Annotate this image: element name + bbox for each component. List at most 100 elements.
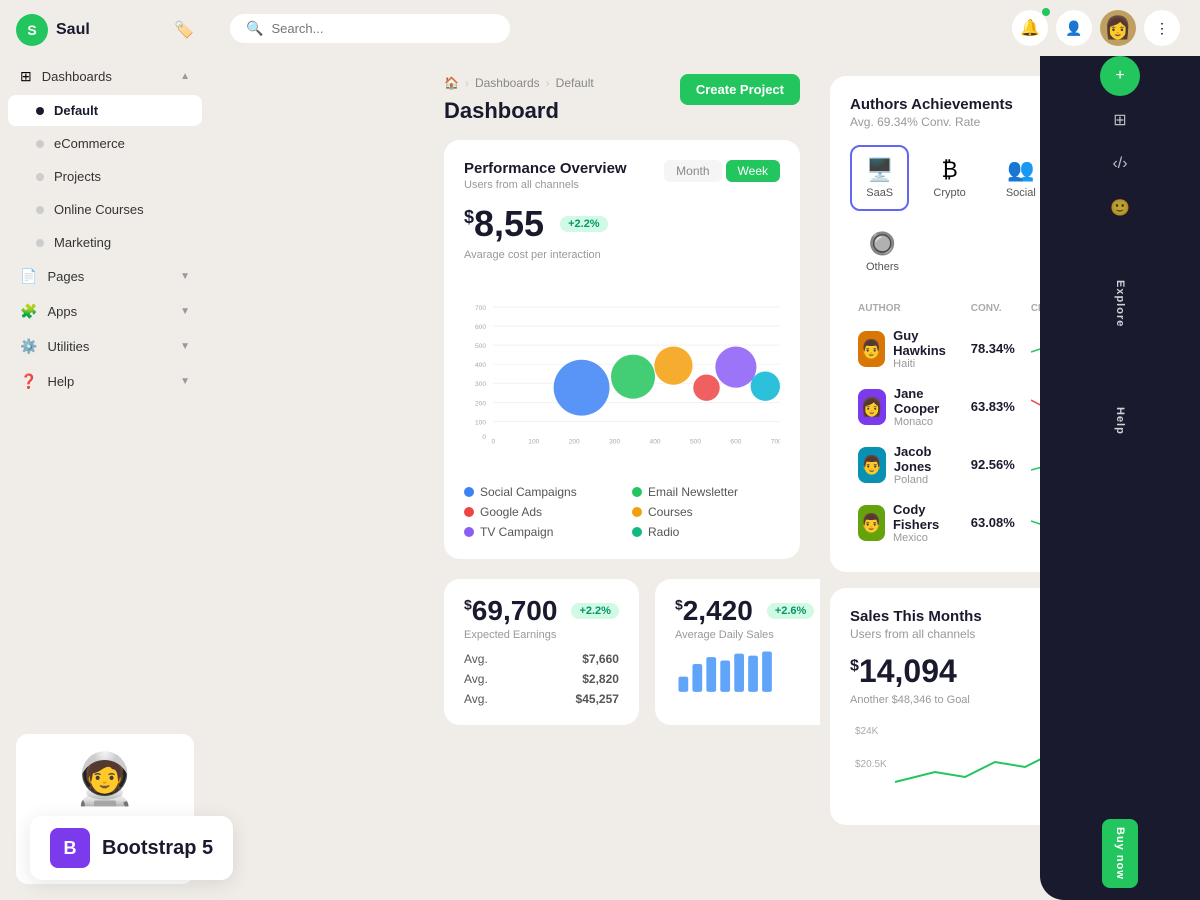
metric-display: $8,55 xyxy=(464,203,544,245)
col-conv: CONV. xyxy=(963,297,1023,320)
legend-dot-social xyxy=(464,487,474,497)
metric-label: Avarage cost per interaction xyxy=(464,249,780,261)
chevron-icon-apps: ▼ xyxy=(180,306,190,317)
code-icon-btn[interactable]: ‹/› xyxy=(1100,144,1140,184)
emoji-icon-btn[interactable]: 🙂 xyxy=(1100,188,1140,228)
svg-text:$20.5K: $20.5K xyxy=(855,759,887,770)
author-details-2: Jane Cooper Monaco xyxy=(894,386,955,428)
tab-month[interactable]: Month xyxy=(664,160,721,182)
avatar[interactable]: 👩 xyxy=(1100,10,1136,46)
sidebar-header: S Saul 🏷️ xyxy=(0,0,210,60)
left-panel: 🏠 › Dashboards › Default Dashboard Creat… xyxy=(420,56,820,900)
side-labels: Explore Help xyxy=(1040,240,1200,455)
svg-text:300: 300 xyxy=(475,381,486,388)
conv-cell-4: 63.08% xyxy=(963,494,1023,552)
legend-courses: Courses xyxy=(632,505,780,519)
home-icon[interactable]: 🏠 xyxy=(444,76,459,90)
topbar: 🔍 🔔 👤 👩 ⋮ xyxy=(420,0,1200,56)
sidebar-item-dashboards[interactable]: ⊞ Dashboards ▲ xyxy=(8,60,202,93)
crypto-label: Crypto xyxy=(933,187,965,199)
svg-text:700: 700 xyxy=(771,439,780,446)
svg-text:500: 500 xyxy=(475,343,486,350)
sidebar-label-apps: Apps xyxy=(47,304,77,319)
cat-tab-saas[interactable]: 🖥️ SaaS xyxy=(850,145,909,211)
sidebar-item-help[interactable]: ❓ Help ▼ xyxy=(8,365,202,398)
bubble-tv xyxy=(715,347,756,388)
sidebar-item-projects[interactable]: Projects xyxy=(8,161,202,192)
stat-earnings: $69,700 +2.2% Expected Earnings Avg.$7,6… xyxy=(444,579,639,725)
cat-tab-others[interactable]: 🔘 Others xyxy=(850,219,915,285)
metric-badge: +2.2% xyxy=(560,216,608,232)
author-cell-3: 👨 Jacob Jones Poland xyxy=(850,436,963,494)
add-icon-btn[interactable]: + xyxy=(1100,56,1140,96)
chevron-icon-help: ▼ xyxy=(180,376,190,387)
stat-item: Avg.$2,820 xyxy=(464,669,619,689)
sidebar-item-default[interactable]: Default xyxy=(8,95,202,126)
bar-6 xyxy=(748,656,758,692)
performance-title: Performance Overview xyxy=(464,160,627,177)
author-cell-4: 👨 Cody Fishers Mexico xyxy=(850,494,963,552)
saas-icon: 🖥️ xyxy=(866,157,893,183)
nav-dot-online-courses xyxy=(36,206,44,214)
avatar-3: 👨 xyxy=(858,447,886,483)
sidebar-item-online-courses[interactable]: Online Courses xyxy=(8,194,202,225)
conv-val-1: 78.34% xyxy=(971,341,1015,356)
stat-earnings-label: Expected Earnings xyxy=(464,629,619,641)
svg-text:0: 0 xyxy=(492,439,496,446)
search-box[interactable]: 🔍 xyxy=(420,14,510,43)
cat-tab-crypto[interactable]: ₿ Crypto xyxy=(917,145,981,211)
svg-text:600: 600 xyxy=(475,324,486,331)
help-label[interactable]: Help xyxy=(1114,387,1126,455)
bar-5 xyxy=(734,654,744,692)
notification-button[interactable]: 🔔 xyxy=(1012,10,1048,46)
legend-email: Email Newsletter xyxy=(632,485,780,499)
grid-icon-btn[interactable]: ⊞ xyxy=(1100,100,1140,140)
explore-label[interactable]: Explore xyxy=(1114,260,1126,347)
performance-header: Performance Overview Users from all chan… xyxy=(464,160,780,191)
sidebar-item-pages[interactable]: 📄 Pages ▼ xyxy=(8,260,202,293)
app-name: Saul xyxy=(56,21,90,39)
author-info-2: 👩 Jane Cooper Monaco xyxy=(858,386,955,428)
nav-dot-default xyxy=(36,107,44,115)
create-project-button[interactable]: Create Project xyxy=(680,74,800,105)
bar-4 xyxy=(720,661,730,692)
bootstrap-label: Bootstrap 5 xyxy=(102,837,213,860)
tab-week[interactable]: Week xyxy=(726,160,780,182)
search-input[interactable] xyxy=(420,21,494,36)
conv-val-3: 92.56% xyxy=(971,457,1015,472)
author-details-3: Jacob Jones Poland xyxy=(894,444,955,486)
breadcrumb-default[interactable]: Default xyxy=(556,76,594,90)
performance-info: Performance Overview Users from all chan… xyxy=(464,160,627,191)
bubble-ads xyxy=(693,374,719,400)
performance-subtitle: Users from all channels xyxy=(464,179,627,191)
sidebar-item-ecommerce[interactable]: eCommerce xyxy=(8,128,202,159)
chevron-icon-pages: ▼ xyxy=(180,271,190,282)
bar-chart-container xyxy=(675,641,814,706)
sidebar-item-utilities[interactable]: ⚙️ Utilities ▼ xyxy=(8,330,202,363)
bubble-courses xyxy=(654,347,692,385)
others-icon: 🔘 xyxy=(869,231,896,257)
author-details-1: Guy Hawkins Haiti xyxy=(893,328,955,370)
side-bottom: Buy now xyxy=(1040,807,1200,900)
breadcrumb-dashboards[interactable]: Dashboards xyxy=(475,76,540,90)
side-actions: 📅 + ⊞ ‹/› 🙂 Explore Help Buy now xyxy=(1040,0,1200,900)
author-name-3: Jacob Jones xyxy=(894,444,955,474)
menu-button[interactable]: ⋮ xyxy=(1144,10,1180,46)
col-author: AUTHOR xyxy=(850,297,963,320)
avatar-4: 👨 xyxy=(858,505,885,541)
stat-sales-value: $2,420 xyxy=(675,595,753,627)
svg-text:500: 500 xyxy=(690,439,701,446)
topbar-right: 🔔 👤 👩 ⋮ xyxy=(1012,10,1180,46)
sidebar-nav: ⊞ Dashboards ▲ Default eCommerce Project… xyxy=(0,60,210,718)
buy-now-button[interactable]: Buy now xyxy=(1102,819,1138,888)
author-info-1: 👨 Guy Hawkins Haiti xyxy=(858,328,955,370)
legend-label-tv: TV Campaign xyxy=(480,525,553,539)
back-icon[interactable]: 🏷️ xyxy=(174,20,194,40)
bootstrap-icon: B xyxy=(50,828,90,868)
stat-earnings-value: $69,700 xyxy=(464,595,557,627)
sidebar-item-marketing[interactable]: Marketing xyxy=(8,227,202,258)
legend-dot-courses xyxy=(632,507,642,517)
sidebar-item-apps[interactable]: 🧩 Apps ▼ xyxy=(8,295,202,328)
stats-row: $69,700 +2.2% Expected Earnings Avg.$7,6… xyxy=(444,579,800,725)
user-button[interactable]: 👤 xyxy=(1056,10,1092,46)
